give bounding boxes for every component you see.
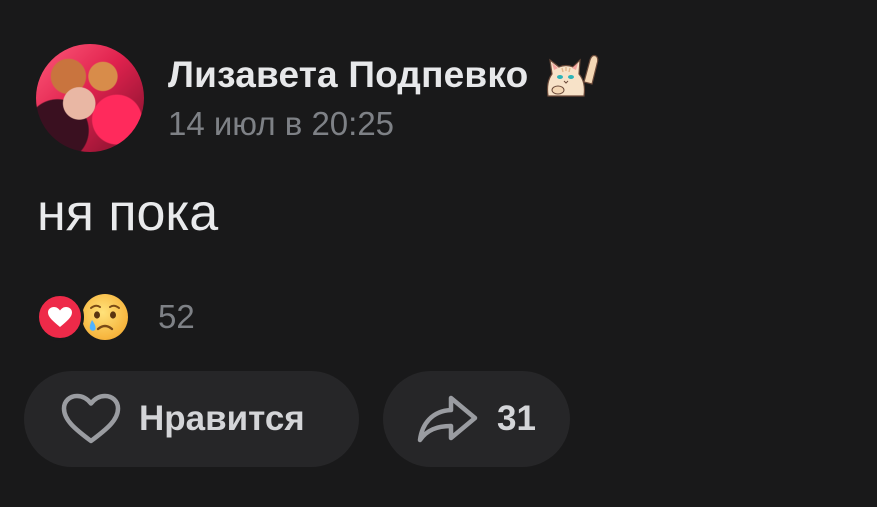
author-header: Лизавета Подпевко [168,52,600,98]
reactions-summary[interactable]: 52 [36,292,195,342]
post-text: ня пока [37,184,219,242]
share-button[interactable]: 31 [383,371,570,467]
crying-face-reaction-icon [82,294,128,340]
reactions-count: 52 [158,298,195,335]
share-arrow-icon [417,395,478,443]
like-button-label: Нравится [139,399,305,438]
heart-outline-icon [61,393,121,444]
share-count: 31 [497,399,536,438]
heart-reaction-icon [36,293,84,341]
cat-emoji-status-icon [547,54,599,97]
like-button[interactable]: Нравится [24,371,359,467]
post-card: Лизавета Подпевко 14 июл в 20:25 ня пока [0,0,877,507]
post-date[interactable]: 14 июл в 20:25 [168,105,394,143]
author-avatar[interactable] [36,44,144,152]
author-name[interactable]: Лизавета Подпевко [168,54,528,96]
